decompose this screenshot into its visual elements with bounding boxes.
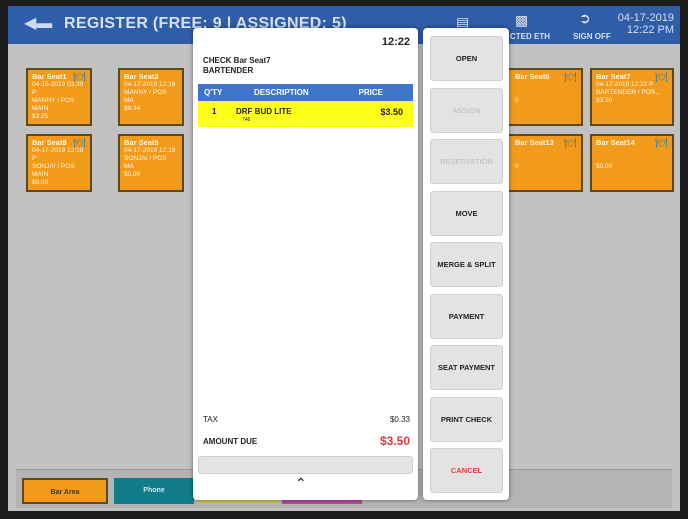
sign-off-icon[interactable]: ➲ [579,10,591,27]
input-bar[interactable] [198,456,413,474]
col-price: PRICE [358,88,383,97]
seat-server: SONJAI / POS MA [124,155,167,170]
move-button[interactable]: MOVE [430,191,503,236]
print-check-button[interactable]: PRINT CHECK [430,397,503,442]
table-row[interactable]: 1 DRF BUD LITE 746 $3.50 [198,101,413,127]
action-panel: OPEN ASSIGN RESERVATION MOVE MERGE & SPL… [423,28,509,500]
seat-amount: $0.00 [124,171,141,178]
assign-button[interactable]: ASSIGN [430,88,503,133]
seat-amount: $9.34 [124,105,141,112]
reservation-button[interactable]: RESERVATION [430,139,503,184]
dish-icon: 🍽 [655,138,668,149]
item-table-header: Q'TY DESCRIPTION PRICE [198,84,413,101]
sign-off-label[interactable]: SIGN OFF [573,32,611,41]
seat-amount: $0.00 [32,179,49,186]
seat-server: MANNY / POS MA [124,89,167,104]
seat-amount: $0.00 [596,163,613,170]
dish-icon: 🍽 [564,72,577,83]
seat-tile[interactable]: Bar Seat9 04-17-2019 12:19 SONJAI / POS … [118,134,184,192]
check-header: CHECK Bar Seat7 BARTENDER [203,56,271,76]
item-qty: 1 [212,107,217,116]
seat-tile[interactable]: Bar Seat1 04-15-2019 03:30 P MANNY / POS… [26,68,92,126]
dish-icon: 🍽 [73,138,86,149]
seat-tile[interactable]: Bar Seat13 0 🍽 [503,134,583,192]
check-server: BARTENDER [203,66,254,75]
seat-server [596,155,668,163]
dish-icon: 🍽 [564,138,577,149]
check-time: 12:22 [381,36,410,48]
dish-icon: 🍽 [655,72,668,83]
seat-name: Bar Seat2 [124,72,159,81]
seat-tile[interactable]: Bar Seat2 04-17-2019 12:16 MANNY / POS M… [118,68,184,126]
area-tab-phone[interactable]: Phone [114,478,194,504]
seat-tile[interactable]: Bar Seat6 0 🍽 [503,68,583,126]
seat-name: Bar Seat9 [124,138,159,147]
area-tab-bar[interactable]: Bar Area [22,478,108,504]
seat-tile[interactable]: Bar Seat14 $0.00 🍽 [590,134,674,192]
date: 04-17-2019 [617,12,674,24]
cancel-button[interactable]: CANCEL [430,448,503,493]
date-time: 04-17-2019 12:22 PM [618,12,674,36]
merge-split-button[interactable]: MERGE & SPLIT [430,242,503,287]
payment-button[interactable]: PAYMENT [430,294,503,339]
chevron-up-icon[interactable]: ⌃ [295,475,307,492]
connected-eth-label: CTED ETH [510,32,550,41]
open-button[interactable]: OPEN [430,36,503,81]
seat-amount: 0 [515,97,519,104]
device-frame: ◀▬ REGISTER (FREE: 9 | ASSIGNED: 5) ▤ ▩ … [0,0,688,519]
seat-payment-button[interactable]: SEAT PAYMENT [430,345,503,390]
seat-amount: $3.25 [32,113,49,120]
col-description: DESCRIPTION [254,88,309,97]
check-title: CHECK Bar Seat7 [203,56,271,65]
check-detail-panel: 12:22 CHECK Bar Seat7 BARTENDER Q'TY DES… [193,28,418,500]
seat-time: 04-17-2019 12:19 [124,147,176,154]
seat-server: MANNY / POS MAIN [32,97,75,112]
seat-amount: 0 [515,163,519,170]
seat-tile[interactable]: Bar Seat8 04-17-2019 12:18 P SONJAI / PO… [26,134,92,192]
seat-server: SONJAI / POS MAIN [32,163,75,178]
seat-server [509,89,577,97]
amount-due-label: AMOUNT DUE [203,437,258,446]
back-icon[interactable]: ◀▬ [24,14,52,34]
amount-due-value: $3.50 [379,434,410,448]
col-qty: Q'TY [204,88,223,97]
seat-time: 04-17-2019 12:16 [124,81,176,88]
item-price: $3.50 [380,107,403,117]
item-code: 746 [242,117,251,123]
dish-icon: 🍽 [73,72,86,83]
seat-server: BARTENDER / POS... [596,89,661,96]
seat-tile[interactable]: Bar Seat7 04-17-2019 12:22 P BARTENDER /… [590,68,674,126]
area-tab[interactable] [282,500,362,504]
monitor-icon[interactable]: ▩ [515,12,528,29]
seat-amount: $3.50 [596,97,613,104]
tax-label: TAX [203,415,218,424]
item-description: DRF BUD LITE [236,107,292,116]
time: 12:22 PM [626,24,674,36]
tax-value: $0.33 [389,415,410,424]
seat-server [509,155,577,163]
